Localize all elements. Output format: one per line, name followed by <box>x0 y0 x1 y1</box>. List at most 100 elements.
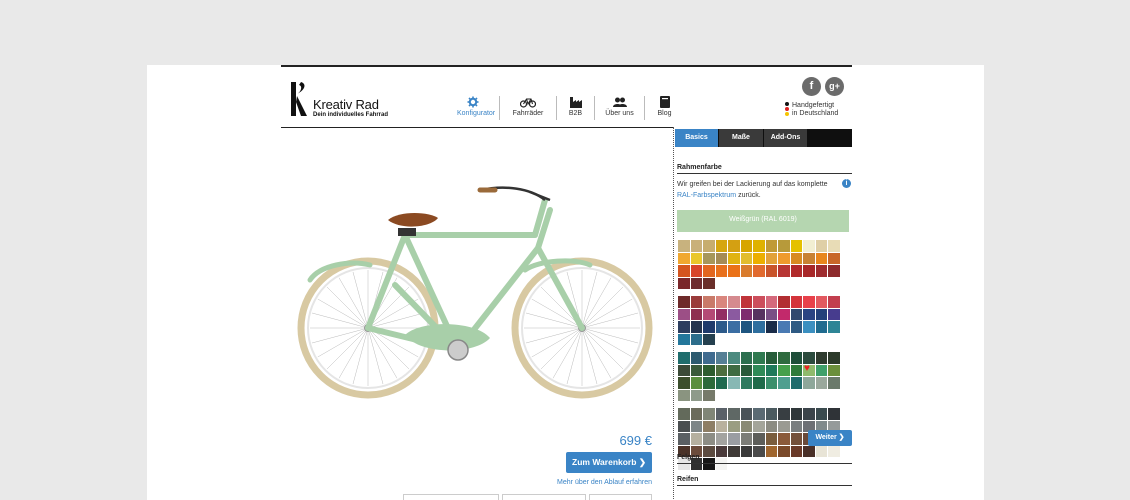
color-swatch[interactable] <box>815 364 827 376</box>
color-swatch[interactable] <box>790 420 802 432</box>
color-swatch[interactable] <box>790 240 802 252</box>
color-swatch[interactable] <box>828 265 840 277</box>
color-swatch[interactable] <box>815 377 827 389</box>
color-swatch[interactable] <box>803 265 815 277</box>
color-swatch[interactable] <box>828 252 840 264</box>
color-swatch[interactable] <box>678 389 690 401</box>
color-swatch[interactable] <box>778 252 790 264</box>
color-swatch[interactable] <box>715 420 727 432</box>
color-swatch[interactable] <box>803 308 815 320</box>
color-swatch[interactable] <box>728 265 740 277</box>
google-plus-icon[interactable]: g+ <box>825 77 844 96</box>
color-swatch[interactable] <box>715 408 727 420</box>
bottom-tab[interactable] <box>589 494 652 500</box>
color-swatch[interactable] <box>778 240 790 252</box>
color-swatch[interactable] <box>690 321 702 333</box>
color-swatch[interactable] <box>703 240 715 252</box>
color-swatch[interactable] <box>803 321 815 333</box>
color-swatch[interactable] <box>740 308 752 320</box>
more-info-link[interactable]: Mehr über den Ablauf erfahren <box>530 479 652 486</box>
color-swatch[interactable] <box>815 296 827 308</box>
add-to-cart-button[interactable]: Zum Warenkorb ❯ <box>566 452 652 473</box>
color-swatch[interactable] <box>828 377 840 389</box>
color-swatch[interactable] <box>765 308 777 320</box>
color-swatch[interactable] <box>703 252 715 264</box>
color-swatch[interactable] <box>828 308 840 320</box>
color-swatch[interactable] <box>753 352 765 364</box>
color-swatch[interactable] <box>728 364 740 376</box>
color-swatch[interactable] <box>740 352 752 364</box>
color-swatch[interactable] <box>690 420 702 432</box>
color-swatch[interactable] <box>790 433 802 445</box>
color-swatch[interactable] <box>690 296 702 308</box>
nav-item-fahrraeder[interactable]: Fahrräder <box>499 96 556 120</box>
color-swatch[interactable] <box>815 240 827 252</box>
color-swatch[interactable] <box>803 408 815 420</box>
color-swatch[interactable] <box>740 252 752 264</box>
color-swatch[interactable] <box>815 408 827 420</box>
color-swatch[interactable] <box>753 296 765 308</box>
color-swatch[interactable] <box>715 296 727 308</box>
color-swatch[interactable] <box>815 308 827 320</box>
color-swatch[interactable] <box>678 308 690 320</box>
color-swatch[interactable] <box>678 433 690 445</box>
color-swatch[interactable] <box>753 240 765 252</box>
tab-add-ons[interactable]: Add-Ons <box>764 129 807 147</box>
color-swatch[interactable] <box>728 377 740 389</box>
color-swatch[interactable] <box>703 389 715 401</box>
color-swatch[interactable] <box>715 252 727 264</box>
color-swatch[interactable] <box>715 265 727 277</box>
logo[interactable]: Kreativ Rad Dein individuelles Fahrrad <box>289 80 399 120</box>
color-swatch[interactable] <box>778 352 790 364</box>
color-swatch[interactable] <box>790 408 802 420</box>
color-swatch[interactable] <box>728 420 740 432</box>
color-swatch[interactable] <box>753 433 765 445</box>
color-swatch[interactable] <box>778 377 790 389</box>
color-swatch[interactable] <box>703 364 715 376</box>
nav-item-konfigurator[interactable]: Konfigurator <box>447 96 499 120</box>
color-swatch[interactable] <box>678 377 690 389</box>
color-swatch[interactable] <box>753 377 765 389</box>
info-icon[interactable]: i <box>842 179 851 188</box>
color-swatch[interactable] <box>715 240 727 252</box>
color-swatch[interactable] <box>728 321 740 333</box>
color-swatch[interactable] <box>740 420 752 432</box>
color-swatch[interactable] <box>828 408 840 420</box>
nav-item-blog[interactable]: Blog <box>644 96 684 120</box>
color-swatch[interactable] <box>703 433 715 445</box>
color-swatch[interactable] <box>690 377 702 389</box>
color-swatch[interactable] <box>790 352 802 364</box>
color-swatch[interactable] <box>740 433 752 445</box>
color-swatch[interactable] <box>678 364 690 376</box>
color-swatch[interactable] <box>753 265 765 277</box>
color-swatch[interactable] <box>790 265 802 277</box>
color-swatch[interactable] <box>753 408 765 420</box>
color-swatch[interactable] <box>790 308 802 320</box>
color-swatch[interactable] <box>765 433 777 445</box>
color-swatch[interactable] <box>690 408 702 420</box>
color-swatch[interactable] <box>765 377 777 389</box>
color-swatch[interactable] <box>828 352 840 364</box>
color-swatch[interactable] <box>703 377 715 389</box>
color-swatch[interactable] <box>728 296 740 308</box>
tab-masse[interactable]: Maße <box>719 129 763 147</box>
section-title-tires[interactable]: Reifen <box>677 476 852 486</box>
color-swatch[interactable] <box>678 408 690 420</box>
color-swatch[interactable] <box>740 321 752 333</box>
color-swatch[interactable] <box>690 352 702 364</box>
color-swatch[interactable] <box>803 296 815 308</box>
color-swatch[interactable] <box>753 420 765 432</box>
color-swatch[interactable] <box>715 377 727 389</box>
color-swatch[interactable] <box>678 265 690 277</box>
color-swatch[interactable] <box>828 296 840 308</box>
color-swatch[interactable] <box>690 265 702 277</box>
color-swatch[interactable] <box>690 252 702 264</box>
color-swatch[interactable] <box>703 277 715 289</box>
color-swatch[interactable] <box>765 364 777 376</box>
bottom-tab[interactable] <box>502 494 586 500</box>
bottom-tab[interactable] <box>403 494 499 500</box>
color-swatch[interactable] <box>715 308 727 320</box>
color-swatch[interactable] <box>728 252 740 264</box>
color-swatch[interactable] <box>765 352 777 364</box>
color-swatch[interactable] <box>678 321 690 333</box>
